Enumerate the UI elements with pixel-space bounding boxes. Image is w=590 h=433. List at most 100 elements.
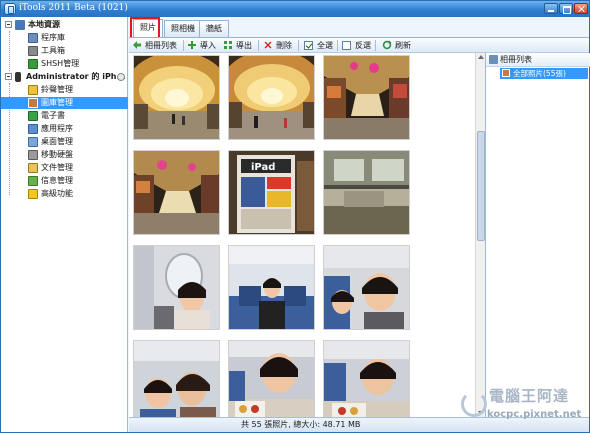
sidebar-item-photo-library[interactable]: 圖庫管理 bbox=[1, 97, 128, 109]
sidebar-item-label: 文件管理 bbox=[41, 163, 73, 172]
sidebar-item-label: 圖庫管理 bbox=[41, 98, 73, 107]
sidebar-item-shsh[interactable]: SHSH管理 bbox=[1, 58, 128, 70]
album-list-label: 相冊列表 bbox=[145, 41, 177, 50]
app-icon bbox=[4, 3, 16, 15]
back-arrow-icon bbox=[133, 41, 141, 49]
eject-icon[interactable] bbox=[117, 73, 125, 81]
photo-thumbnail[interactable] bbox=[228, 245, 315, 330]
sidebar-item-label: 鈴聲管理 bbox=[41, 85, 73, 94]
import-button[interactable]: 導入 bbox=[187, 39, 217, 52]
sidebar-item-apps[interactable]: 應用程序 bbox=[1, 123, 128, 135]
title-bar[interactable]: iTools 2011 Beta (1021) bbox=[1, 1, 589, 17]
photo-thumbnail[interactable] bbox=[133, 55, 220, 140]
photo-album-icon bbox=[502, 69, 510, 77]
photo-thumbnail[interactable] bbox=[323, 55, 410, 140]
export-icon bbox=[224, 41, 232, 49]
toolbar-divider bbox=[375, 40, 376, 51]
photo-image bbox=[324, 151, 409, 234]
disk-icon bbox=[28, 150, 38, 160]
vertical-scrollbar[interactable] bbox=[475, 53, 485, 417]
watermark-url: kocpc.pixnet.net bbox=[487, 409, 582, 420]
sidebar-item-label: 桌面管理 bbox=[41, 137, 73, 146]
photo-thumbnail[interactable] bbox=[133, 340, 220, 417]
photo-image bbox=[229, 56, 314, 139]
sidebar-item-library[interactable]: 程序庫 bbox=[1, 32, 128, 44]
tab-camera[interactable]: 照相機 bbox=[164, 20, 202, 37]
tree-device-label: Administrator 的 iPh... bbox=[26, 72, 126, 81]
photo-image bbox=[229, 341, 314, 417]
invert-selection-checkbox[interactable]: 反選 bbox=[342, 39, 372, 52]
sidebar-item-label: 移動硬盤 bbox=[41, 150, 73, 159]
desktop-icon bbox=[28, 137, 38, 147]
photo-thumbnail[interactable] bbox=[228, 340, 315, 417]
collapse-icon[interactable] bbox=[5, 73, 12, 80]
toolbar-divider bbox=[258, 40, 259, 51]
refresh-label: 刷新 bbox=[395, 41, 411, 50]
invert-check-box[interactable] bbox=[342, 41, 351, 50]
album-list-title: 相冊列表 bbox=[500, 55, 532, 64]
watermark-logo-icon bbox=[461, 391, 487, 417]
sidebar-item-label: 程序庫 bbox=[41, 33, 65, 42]
sidebar-item-desktop[interactable]: 桌面管理 bbox=[1, 136, 128, 148]
refresh-button[interactable]: 刷新 bbox=[382, 39, 412, 52]
album-list-button[interactable]: 相冊列表 bbox=[132, 39, 182, 52]
export-label: 導出 bbox=[236, 41, 252, 50]
photo-thumbnail[interactable] bbox=[323, 245, 410, 330]
toolbar-divider bbox=[183, 40, 184, 51]
delete-x-icon bbox=[264, 41, 272, 49]
minimize-button[interactable] bbox=[544, 3, 558, 14]
sidebar-item-label: 高級功能 bbox=[41, 189, 73, 198]
tree-device[interactable]: Administrator 的 iPh... bbox=[1, 71, 128, 83]
album-list-header: 相冊列表 bbox=[486, 53, 590, 67]
invert-label: 反選 bbox=[355, 41, 371, 50]
album-all-photos[interactable]: 全部照片(55張) bbox=[500, 68, 588, 79]
photo-thumbnail[interactable] bbox=[323, 150, 410, 235]
sidebar-item-disk[interactable]: 移動硬盤 bbox=[1, 149, 128, 161]
tab-bar: 照片 照相機 牆紙 bbox=[129, 17, 589, 37]
sidebar-item-advanced[interactable]: 高級功能 bbox=[1, 188, 128, 200]
tree-local-resources-label: 本地資源 bbox=[28, 20, 60, 29]
sidebar-item-messages[interactable]: 信息管理 bbox=[1, 175, 128, 187]
delete-label: 刪除 bbox=[276, 41, 292, 50]
close-button[interactable] bbox=[574, 3, 588, 14]
photo-thumbnail[interactable] bbox=[133, 245, 220, 330]
photo-library-icon bbox=[28, 98, 38, 108]
sidebar-item-label: 工具箱 bbox=[41, 46, 65, 55]
collapse-icon[interactable] bbox=[5, 21, 12, 28]
toolbox-icon bbox=[28, 46, 38, 56]
scroll-up-icon[interactable] bbox=[478, 55, 484, 59]
star-icon bbox=[28, 189, 38, 199]
photo-image bbox=[134, 246, 219, 329]
album-list-panel: 相冊列表 全部照片(55張) bbox=[485, 53, 590, 417]
import-label: 導入 bbox=[200, 41, 216, 50]
select-all-check-box[interactable] bbox=[304, 41, 313, 50]
select-all-checkbox[interactable]: 全選 bbox=[304, 39, 334, 52]
delete-button[interactable]: 刪除 bbox=[263, 39, 293, 52]
maximize-button[interactable] bbox=[559, 3, 573, 14]
photo-thumbnail[interactable]: iPad bbox=[228, 150, 315, 235]
tab-wallpaper[interactable]: 牆紙 bbox=[199, 20, 229, 37]
sidebar-item-label: SHSH管理 bbox=[41, 59, 80, 68]
sidebar-item-ringtones[interactable]: 鈴聲管理 bbox=[1, 84, 128, 96]
toolbar: 相冊列表 導入 導出 刪除 全選 反選 刷新 bbox=[129, 37, 589, 53]
scroll-thumb[interactable] bbox=[477, 131, 485, 241]
photo-image bbox=[324, 341, 409, 417]
window-title: iTools 2011 Beta (1021) bbox=[19, 3, 128, 13]
photo-image bbox=[134, 56, 219, 139]
export-button[interactable]: 導出 bbox=[223, 39, 253, 52]
sidebar-item-toolbox[interactable]: 工具箱 bbox=[1, 45, 128, 57]
toolbar-divider bbox=[337, 40, 338, 51]
computer-icon bbox=[15, 20, 25, 30]
photo-thumbnail[interactable] bbox=[133, 150, 220, 235]
svg-text:iPad: iPad bbox=[251, 162, 275, 173]
photo-thumbnail[interactable] bbox=[228, 55, 315, 140]
folder-icon bbox=[28, 163, 38, 173]
photo-thumbnail[interactable] bbox=[323, 340, 410, 417]
sidebar-item-ebooks[interactable]: 電子書 bbox=[1, 110, 128, 122]
tree-local-resources[interactable]: 本地資源 bbox=[1, 19, 128, 31]
status-text: 共 55 張照片, 總大小: 48.71 MB bbox=[241, 420, 361, 429]
select-all-label: 全選 bbox=[317, 41, 333, 50]
shsh-icon bbox=[28, 59, 38, 69]
album-icon bbox=[489, 55, 498, 64]
sidebar-item-files[interactable]: 文件管理 bbox=[1, 162, 128, 174]
